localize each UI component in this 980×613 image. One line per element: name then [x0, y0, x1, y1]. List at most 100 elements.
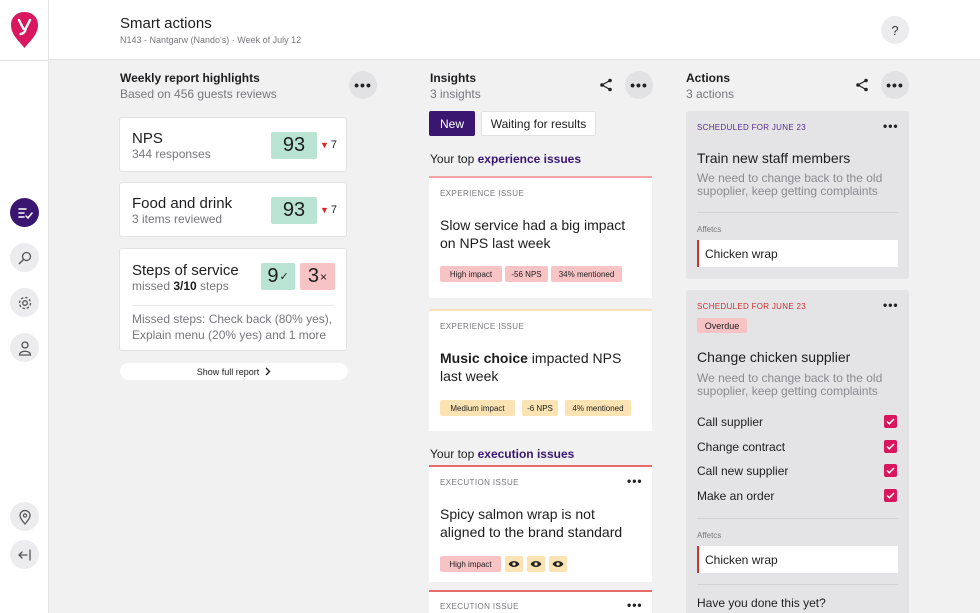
schedule-label: SCHEDULED FOR JUNE 23 [697, 123, 806, 132]
steps-passed-value: 9 [267, 265, 279, 287]
task-item[interactable]: Call supplier [697, 415, 897, 429]
affects-item[interactable]: Chicken wrap [697, 546, 898, 573]
highlights-subtitle: Based on 456 guests reviews [120, 87, 277, 101]
nps-tag: -6 NPS [522, 400, 558, 416]
help-button[interactable]: ? [881, 16, 909, 44]
action-card[interactable]: SCHEDULED FOR JUNE 23 ••• Train new staf… [686, 111, 909, 279]
issue-card[interactable]: EXECUTION ISSUE ••• Spicy salmon wrap is… [429, 465, 652, 582]
checkbox-checked[interactable] [884, 440, 897, 453]
insights-more-button[interactable]: ••• [625, 71, 653, 99]
checkbox-checked[interactable] [884, 489, 897, 502]
tab-new[interactable]: New [429, 111, 475, 136]
share-icon[interactable] [855, 78, 869, 92]
nps-delta: ▼ 7 [320, 139, 337, 151]
action-description: We need to change back to the old supopl… [697, 171, 883, 198]
steps-failed-value: 3 [307, 265, 320, 287]
impact-tag: High impact [440, 556, 501, 572]
checkbox-checked[interactable] [884, 415, 897, 428]
food-card[interactable]: Food and drink 3 items reviewed 93 ▼ 7 [119, 182, 347, 237]
check-icon: ✓ [279, 271, 289, 283]
impact-tag: Medium impact [440, 400, 515, 416]
sidebar-item-smart-actions[interactable] [10, 198, 39, 227]
food-items: 3 items reviewed [132, 212, 223, 226]
issue-title: Music choice impacted NPS last week [440, 349, 640, 385]
action-card[interactable]: SCHEDULED FOR JUNE 23 ••• Overdue Change… [686, 290, 909, 613]
eye-icon [505, 556, 523, 572]
sidebar-divider [0, 60, 49, 61]
experience-label-prefix: Your top [430, 152, 478, 166]
task-item[interactable]: Make an order [697, 489, 897, 503]
check-icon [886, 443, 895, 450]
sidebar-collapse-button[interactable] [10, 540, 39, 569]
actions-more-button[interactable]: ••• [881, 71, 909, 99]
steps-failed: 3 × [300, 263, 335, 290]
steps-label: Steps of service [132, 262, 239, 279]
action-divider [697, 518, 898, 519]
sidebar [0, 0, 49, 613]
tab-waiting-for-results[interactable]: Waiting for results [481, 111, 596, 136]
food-delta-value: 7 [330, 204, 338, 216]
food-delta: ▼ 7 [320, 204, 337, 216]
mentioned-tag: 34% mentioned [551, 266, 622, 282]
collapse-icon [17, 548, 31, 561]
issue-title: Slow service had a big impact on NPS las… [440, 217, 626, 251]
nps-delta-value: 7 [330, 139, 338, 151]
checkbox-checked[interactable] [884, 464, 897, 477]
show-full-report-label: Show full report [196, 366, 260, 377]
task-item[interactable]: Change contract [697, 440, 897, 454]
user-icon [18, 340, 31, 356]
issue-title: Spicy salmon wrap is not aligned to the … [440, 506, 623, 540]
steps-passed: 9 ✓ [261, 263, 295, 290]
search-icon [18, 251, 31, 264]
location-pin-icon [18, 509, 31, 525]
share-icon[interactable] [599, 78, 613, 92]
sidebar-item-location[interactable] [10, 502, 39, 531]
page-title: Smart actions [120, 15, 212, 32]
eye-icon [549, 556, 567, 572]
steps-card[interactable]: Steps of service missed 3/10 steps 9 ✓ 3 ×… [119, 248, 347, 351]
issue-card[interactable]: EXPERIENCE ISSUE Music choice impacted N… [429, 309, 652, 431]
insights-subtitle: 3 insights [430, 87, 481, 101]
schedule-label: SCHEDULED FOR JUNE 23 [697, 302, 806, 311]
action-title: Train new staff members [697, 150, 851, 166]
sidebar-item-settings[interactable] [10, 288, 39, 317]
nps-card[interactable]: NPS 344 responses 93 ▼ 7 [119, 117, 347, 172]
affects-label: Affetcs [697, 531, 722, 540]
show-full-report-button[interactable]: Show full report [120, 363, 348, 380]
action-more-button[interactable]: ••• [883, 298, 899, 312]
sidebar-item-search[interactable] [10, 243, 39, 272]
issue-title-bold: Music choice [440, 350, 528, 366]
sidebar-item-profile[interactable] [10, 333, 39, 362]
steps-missed-suffix: steps [196, 279, 229, 293]
nps-score: 93 [271, 132, 317, 159]
issue-more-button[interactable]: ••• [627, 598, 643, 612]
task-label: Call supplier [697, 415, 764, 429]
action-more-button[interactable]: ••• [883, 119, 899, 133]
insights-title: Insights [430, 71, 477, 85]
issue-card[interactable]: EXPERIENCE ISSUE Slow service had a big … [429, 176, 652, 298]
chevron-right-icon [265, 367, 271, 376]
steps-missed-prefix: missed [132, 279, 174, 293]
action-title: Change chicken supplier [697, 349, 851, 365]
task-label: Call new supplier [697, 464, 789, 478]
task-label: Change contract [697, 440, 786, 454]
down-arrow-icon: ▼ [320, 140, 329, 150]
task-item[interactable]: Call new supplier [697, 464, 897, 478]
execution-label-bold: execution issues [477, 447, 575, 461]
affects-item[interactable]: Chicken wrap [697, 240, 898, 267]
cross-icon: × [320, 269, 328, 284]
highlights-more-button[interactable]: ••• [349, 71, 377, 99]
page-subtitle: N143 - Nantgarw (Nando's) · Week of July… [120, 35, 302, 45]
experience-label-bold: experience issues [477, 152, 582, 166]
actions-title: Actions [686, 71, 731, 85]
actions-subtitle: 3 actions [686, 87, 735, 101]
issue-more-button[interactable]: ••• [627, 474, 643, 488]
page-header: Smart actions N143 - Nantgarw (Nando's) … [49, 0, 980, 60]
missed-steps-text: Missed steps: Check back (80% yes), Expl… [132, 312, 333, 342]
action-divider [697, 212, 898, 213]
overdue-badge: Overdue [697, 318, 747, 333]
gear-icon [18, 296, 31, 309]
execution-label-prefix: Your top [430, 447, 478, 461]
action-description: We need to change back to the old supopl… [697, 371, 883, 398]
issue-card[interactable]: EXECUTION ISSUE ••• [429, 590, 652, 613]
